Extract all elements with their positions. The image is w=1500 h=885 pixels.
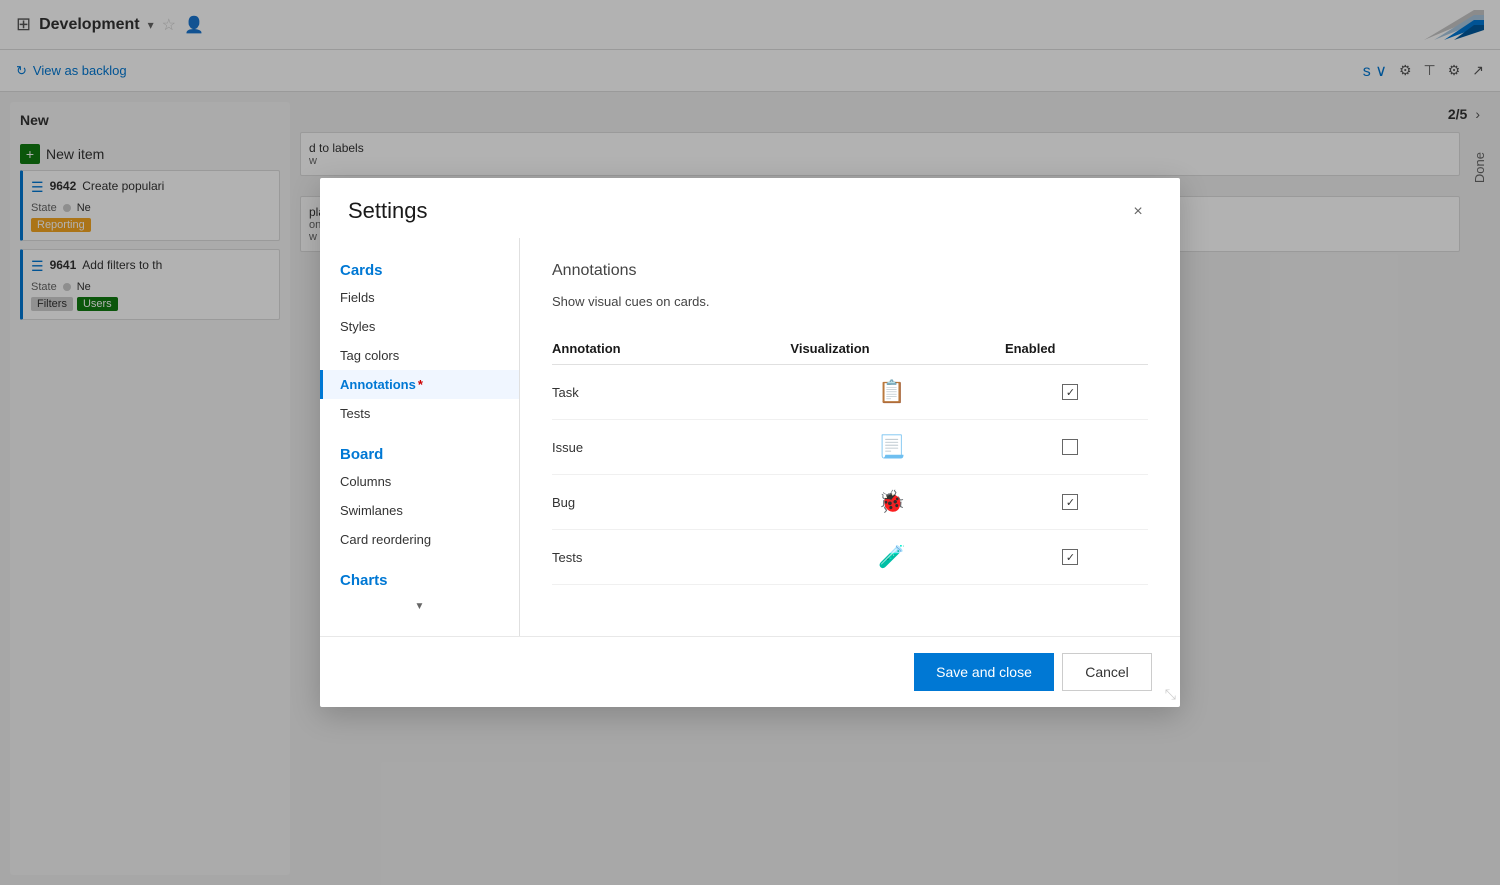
settings-dialog: Settings × Cards Fields Styles Tag color… [320, 178, 1180, 707]
nav-tests-label: Tests [340, 406, 370, 421]
annotation-tests-name: Tests [552, 530, 790, 585]
nav-tag-colors-label: Tag colors [340, 348, 399, 363]
nav-item-tag-colors[interactable]: Tag colors [320, 341, 519, 370]
issue-viz-icon: 📃 [878, 434, 905, 460]
dialog-header: Settings × [320, 178, 1180, 238]
content-section-title: Annotations [552, 262, 1148, 280]
issue-checkbox-container [1005, 439, 1136, 455]
scroll-arrow-icon: ▼ [415, 601, 425, 612]
dialog-title: Settings [348, 198, 428, 224]
nav-charts-section-title: Charts [320, 564, 519, 593]
nav-item-styles[interactable]: Styles [320, 312, 519, 341]
table-head: Annotation Visualization Enabled [552, 333, 1148, 365]
task-viz-icon: 📋 [878, 379, 905, 405]
annotation-bug-enabled [1005, 475, 1148, 530]
tests-viz-icon: 🧪 [878, 544, 905, 570]
bug-checkbox[interactable] [1062, 494, 1078, 510]
task-checkbox-container [1005, 384, 1136, 400]
annotation-tests-viz: 🧪 [790, 530, 1005, 585]
settings-content: Annotations Show visual cues on cards. A… [520, 238, 1180, 636]
annotations-table: Annotation Visualization Enabled Task 📋 [552, 333, 1148, 585]
annotation-task-enabled [1005, 365, 1148, 420]
nav-item-swimlanes[interactable]: Swimlanes [320, 496, 519, 525]
nav-card-reordering-label: Card reordering [340, 532, 431, 547]
settings-nav: Cards Fields Styles Tag colors Annotatio… [320, 238, 520, 636]
dialog-body: Cards Fields Styles Tag colors Annotatio… [320, 238, 1180, 636]
nav-cards-section-title: Cards [320, 254, 519, 283]
annotation-issue-name: Issue [552, 420, 790, 475]
table-header-row: Annotation Visualization Enabled [552, 333, 1148, 365]
nav-styles-label: Styles [340, 319, 375, 334]
table-body: Task 📋 Issue [552, 365, 1148, 585]
nav-annotations-asterisk: * [418, 377, 423, 392]
dialog-footer: Save and close Cancel [320, 636, 1180, 707]
annotation-task-viz: 📋 [790, 365, 1005, 420]
nav-item-columns[interactable]: Columns [320, 467, 519, 496]
dialog-overlay: Settings × Cards Fields Styles Tag color… [0, 0, 1500, 885]
annotation-issue-viz: 📃 [790, 420, 1005, 475]
annotation-bug-viz: 🐞 [790, 475, 1005, 530]
resize-handle[interactable]: ⤡ [1165, 686, 1176, 703]
annotation-bug-name: Bug [552, 475, 790, 530]
nav-scroll-down-arrow[interactable]: ▼ [320, 593, 519, 620]
nav-columns-label: Columns [340, 474, 391, 489]
table-row: Issue 📃 [552, 420, 1148, 475]
nav-item-fields[interactable]: Fields [320, 283, 519, 312]
content-description: Show visual cues on cards. [552, 294, 1148, 309]
nav-swimlanes-label: Swimlanes [340, 503, 403, 518]
annotation-issue-enabled [1005, 420, 1148, 475]
annotation-tests-enabled [1005, 530, 1148, 585]
annotation-task-name: Task [552, 365, 790, 420]
save-and-close-button[interactable]: Save and close [914, 653, 1054, 691]
col-enabled: Enabled [1005, 333, 1148, 365]
nav-item-annotations[interactable]: Annotations* [320, 370, 519, 399]
nav-annotations-label: Annotations [340, 377, 416, 392]
bug-viz-icon: 🐞 [878, 489, 905, 515]
task-checkbox[interactable] [1062, 384, 1078, 400]
bug-checkbox-container [1005, 494, 1136, 510]
tests-checkbox-container [1005, 549, 1136, 565]
nav-board-section-title: Board [320, 438, 519, 467]
table-row: Bug 🐞 [552, 475, 1148, 530]
issue-checkbox[interactable] [1062, 439, 1078, 455]
close-button[interactable]: × [1124, 198, 1152, 226]
nav-fields-label: Fields [340, 290, 375, 305]
col-visualization: Visualization [790, 333, 1005, 365]
nav-item-card-reordering[interactable]: Card reordering [320, 525, 519, 554]
tests-checkbox[interactable] [1062, 549, 1078, 565]
cancel-button[interactable]: Cancel [1062, 653, 1152, 691]
col-annotation: Annotation [552, 333, 790, 365]
table-row: Task 📋 [552, 365, 1148, 420]
nav-item-tests[interactable]: Tests [320, 399, 519, 428]
table-row: Tests 🧪 [552, 530, 1148, 585]
